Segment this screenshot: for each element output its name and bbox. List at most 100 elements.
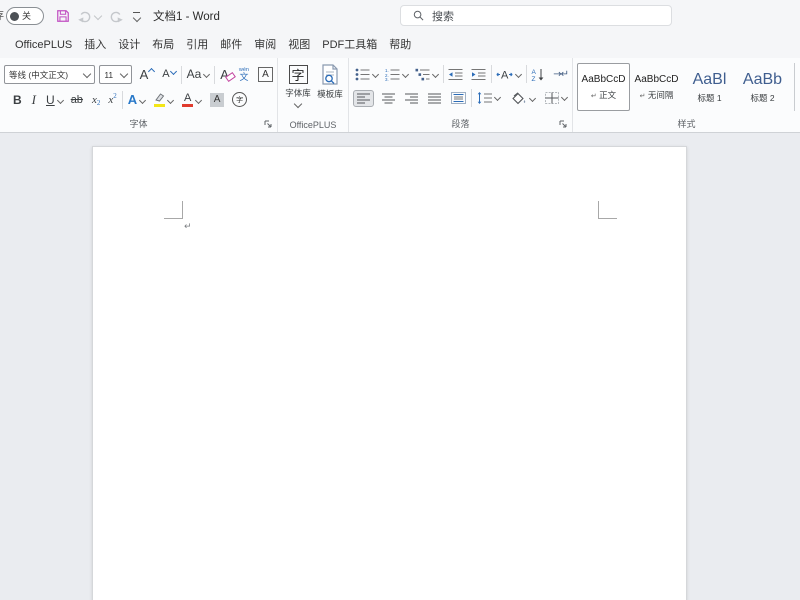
enclose-characters-button[interactable]: 字 [230, 92, 249, 107]
font-name-combo[interactable]: 等线 (中文正文) [4, 65, 95, 84]
tab-design[interactable]: 设计 [112, 32, 146, 58]
chevron-down-icon [57, 96, 64, 103]
autosave-toggle[interactable]: 关 [6, 7, 44, 25]
show-hide-marks-button[interactable]: →↵ [551, 69, 570, 80]
shrink-font-button[interactable]: A [160, 68, 177, 81]
svg-text:A: A [501, 69, 509, 81]
margin-crop-mark-right [598, 201, 617, 219]
document-page[interactable]: ↵ [92, 146, 687, 600]
tab-help[interactable]: 帮助 [383, 32, 417, 58]
highlight-color-button[interactable] [151, 93, 175, 107]
font-library-button[interactable]: 字 字体库 [282, 63, 314, 118]
highlighter-icon [153, 93, 165, 103]
tab-pdf-tools[interactable]: PDF工具箱 [316, 32, 383, 58]
align-center-button[interactable] [380, 93, 397, 104]
shading-button[interactable] [509, 92, 537, 105]
superscript-button[interactable]: x2 [106, 94, 118, 106]
line-spacing-button[interactable] [475, 92, 502, 104]
margin-crop-mark-left [164, 201, 183, 219]
tab-layout[interactable]: 布局 [146, 32, 180, 58]
caret-down-icon [170, 68, 177, 75]
sort-icon: A Z [531, 68, 545, 81]
tab-insert[interactable]: 插入 [78, 32, 112, 58]
search-box[interactable]: 搜索 [400, 5, 672, 26]
clear-formatting-button[interactable]: A [218, 68, 231, 81]
tab-view[interactable]: 视图 [282, 32, 316, 58]
paragraph-mark: ↵ [184, 222, 192, 232]
sort-button[interactable]: A Z [529, 68, 547, 81]
font-library-icon: 字 [289, 65, 308, 84]
font-dialog-launcher[interactable] [264, 120, 273, 129]
asian-layout-button[interactable]: A [494, 68, 523, 81]
title-bar: 存 关 文档1 [0, 0, 800, 32]
highlight-color-bar [154, 104, 165, 107]
italic-button[interactable]: I [30, 92, 38, 108]
tab-review[interactable]: 审阅 [248, 32, 282, 58]
font-color-button[interactable]: A [180, 93, 203, 107]
strikethrough-button[interactable]: ab [69, 94, 85, 106]
chevron-down-icon [432, 70, 439, 77]
style-heading-1[interactable]: AaBl 标题 1 [683, 63, 736, 111]
align-left-icon [357, 93, 370, 104]
align-right-button[interactable] [403, 93, 420, 104]
redo-icon [109, 10, 123, 23]
tab-references[interactable]: 引用 [180, 32, 214, 58]
ribbon: 等线 (中文正文) 11 A A Aa [0, 58, 800, 133]
paragraph-dialog-launcher[interactable] [559, 120, 568, 129]
increase-indent-button[interactable] [469, 68, 488, 81]
tab-mailings[interactable]: 邮件 [214, 32, 248, 58]
justify-button[interactable] [426, 93, 443, 104]
search-placeholder: 搜索 [432, 8, 454, 24]
font-size-combo[interactable]: 11 [99, 65, 131, 84]
quick-access-toolbar-menu[interactable] [133, 12, 140, 21]
style-normal[interactable]: AaBbCcD ↵ 正文 [577, 63, 630, 111]
undo-button[interactable] [74, 4, 105, 28]
chevron-down-icon [529, 94, 536, 101]
asian-layout-icon: A [496, 68, 513, 81]
styles-group-label: 样式 [573, 117, 800, 130]
word-window: 存 关 文档1 [0, 0, 800, 600]
redo-button[interactable] [105, 4, 127, 28]
align-left-button[interactable] [353, 90, 374, 107]
distribute-icon [451, 92, 466, 104]
font-group: 等线 (中文正文) 11 A A Aa [0, 58, 278, 132]
document-title: 文档1 - Word [153, 8, 220, 24]
chevron-down-icon [294, 100, 302, 108]
character-shading-button[interactable]: A [208, 93, 226, 107]
decrease-indent-button[interactable] [446, 68, 465, 81]
subscript-button[interactable]: x2 [90, 94, 102, 106]
text-effects-button[interactable]: A [126, 92, 147, 107]
template-library-button[interactable]: 模板库 [314, 63, 346, 118]
styles-group: AaBbCcD ↵ 正文 AaBbCcD ↵ 无间隔 AaBl 标题 1 AaB… [573, 58, 800, 132]
change-case-button[interactable]: Aa [185, 68, 212, 81]
numbering-button[interactable]: 1.2.3. [383, 68, 410, 81]
font-color-bar [182, 104, 193, 107]
bullet-list-icon [355, 68, 370, 81]
save-button[interactable] [52, 4, 74, 28]
save-icon [56, 9, 70, 23]
template-library-icon [320, 64, 340, 85]
style-heading-2[interactable]: AaBb 标题 2 [736, 63, 789, 111]
svg-text:3.: 3. [385, 77, 389, 81]
tab-officeplus[interactable]: OfficePLUS [9, 32, 78, 58]
grow-font-button[interactable]: A [138, 68, 157, 81]
multilevel-list-button[interactable] [413, 68, 440, 81]
align-right-icon [405, 93, 418, 104]
borders-button[interactable] [543, 92, 569, 104]
chevron-down-icon [203, 71, 210, 78]
undo-chevron-icon [94, 12, 102, 20]
character-border-button[interactable]: A [256, 67, 275, 82]
bullets-button[interactable] [353, 68, 380, 81]
bold-button[interactable]: B [11, 93, 24, 107]
paint-bucket-icon [511, 92, 527, 105]
underline-button[interactable]: U [44, 93, 65, 107]
autosave-state-label: 关 [22, 12, 31, 21]
officeplus-group-label: OfficePLUS [278, 120, 348, 130]
style-no-spacing[interactable]: AaBbCcD ↵ 无间隔 [630, 63, 683, 111]
document-area[interactable]: ↵ [0, 133, 800, 600]
chevron-down-icon [561, 94, 568, 101]
distribute-button[interactable] [449, 92, 468, 104]
phonetic-guide-button[interactable]: wén 文 [237, 68, 251, 82]
chevron-down-icon [494, 94, 501, 101]
autosave-label-fragment: 存 [0, 9, 4, 23]
